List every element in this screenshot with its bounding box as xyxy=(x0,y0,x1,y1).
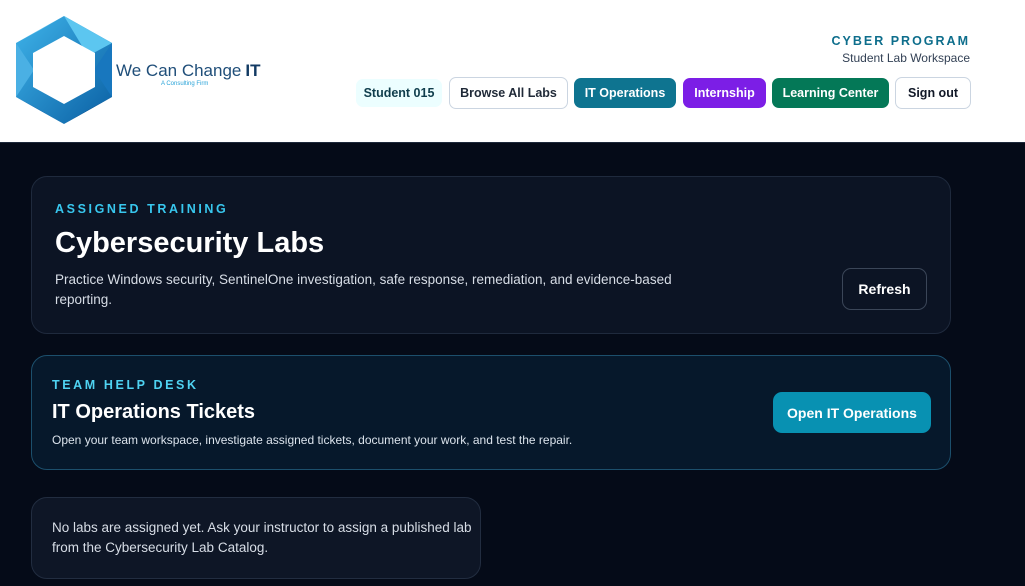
brand-name-text: We Can Change xyxy=(116,61,242,80)
assigned-training-card: ASSIGNED TRAINING Cybersecurity Labs Pra… xyxy=(31,176,951,334)
learning-center-button[interactable]: Learning Center xyxy=(772,78,889,108)
sign-out-button[interactable]: Sign out xyxy=(895,77,971,109)
training-description: Practice Windows security, SentinelOne i… xyxy=(55,272,672,307)
program-title: CYBER PROGRAM xyxy=(831,34,970,48)
page-title: Cybersecurity Labs xyxy=(55,227,325,259)
team-help-desk-card: TEAM HELP DESK IT Operations Tickets Ope… xyxy=(31,355,951,470)
brand-name-suffix: IT xyxy=(245,61,261,80)
top-header: We Can Change IT A Consulting Firm CYBER … xyxy=(0,0,1025,143)
helpdesk-eyebrow: TEAM HELP DESK xyxy=(52,378,199,392)
hexagon-logo-icon[interactable] xyxy=(14,14,114,126)
empty-state-message: No labs are assigned yet. Ask your instr… xyxy=(52,520,472,555)
training-eyebrow: ASSIGNED TRAINING xyxy=(55,202,229,216)
it-operations-button[interactable]: IT Operations xyxy=(574,78,676,108)
brand-tagline: A Consulting Firm xyxy=(161,81,209,87)
workspace-subtitle: Student Lab Workspace xyxy=(842,51,970,65)
helpdesk-description: Open your team workspace, investigate as… xyxy=(52,433,573,447)
refresh-button[interactable]: Refresh xyxy=(842,268,927,310)
helpdesk-title: IT Operations Tickets xyxy=(52,401,256,423)
open-it-operations-button[interactable]: Open IT Operations xyxy=(773,392,931,433)
no-labs-empty-state: No labs are assigned yet. Ask your instr… xyxy=(31,497,481,579)
internship-button[interactable]: Internship xyxy=(683,78,766,108)
browse-all-labs-button[interactable]: Browse All Labs xyxy=(449,77,568,109)
student-badge[interactable]: Student 015 xyxy=(356,79,442,107)
brand-name: We Can Change IT xyxy=(116,61,260,81)
